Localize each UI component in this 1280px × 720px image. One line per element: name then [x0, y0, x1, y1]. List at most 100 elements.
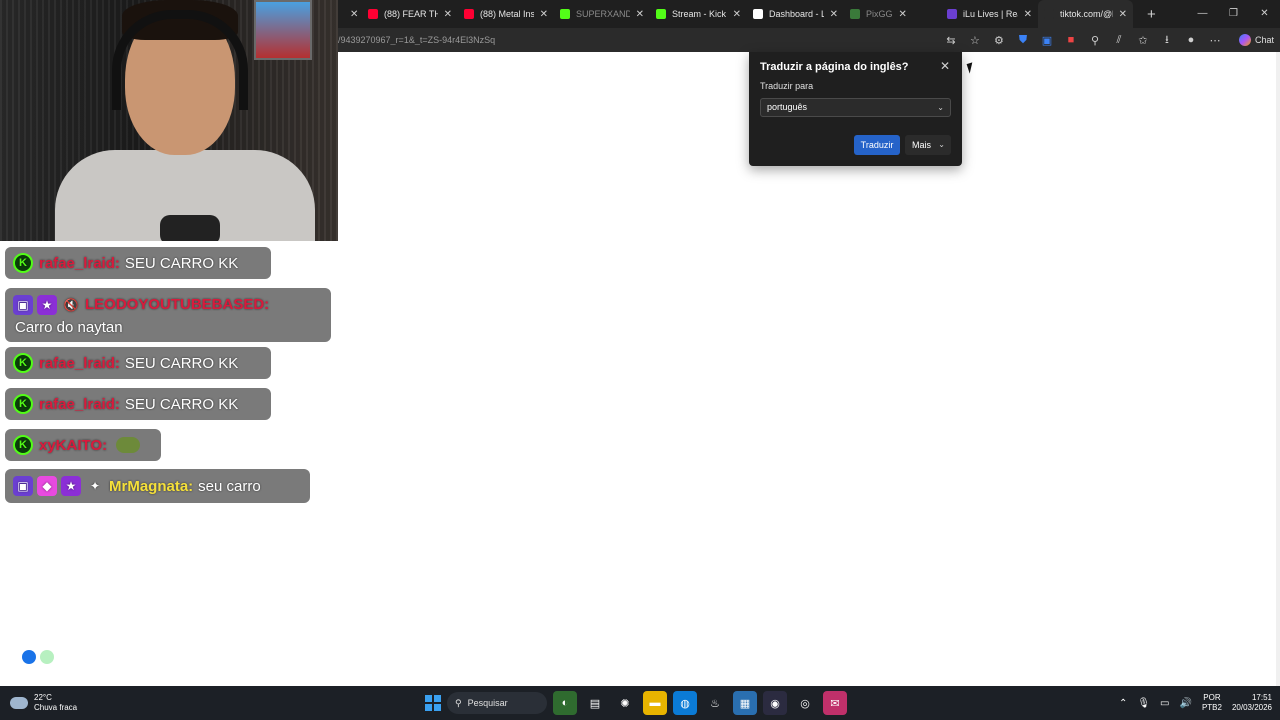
wall-poster	[254, 0, 312, 60]
tab-title: Dashboard - Liv	[769, 9, 824, 19]
chat-message: Krafae_lraid: SEU CARRO KK	[5, 388, 271, 420]
cloud-rain-icon	[10, 697, 28, 709]
start-tile	[425, 704, 432, 711]
favorite-star-icon[interactable]: ☆	[963, 30, 987, 50]
page-scrollbar[interactable]	[1276, 52, 1280, 686]
minimize-button[interactable]: —	[1187, 0, 1218, 28]
taskbar-search-input[interactable]: ⚲ Pesquisar	[447, 692, 547, 714]
copilot-icon[interactable]: ✺	[613, 691, 637, 715]
browser-tab[interactable]: Stream - Kick Da ✕	[650, 0, 747, 28]
chat-text: seu carro	[198, 477, 261, 495]
clock[interactable]: 17:51 20/03/2026	[1232, 693, 1272, 713]
file-explorer-icon[interactable]: ▬	[643, 691, 667, 715]
edge-browser-icon[interactable]: ◍	[673, 691, 697, 715]
browser-tab[interactable]: iLu Lives | React ✕	[941, 0, 1038, 28]
more-label: Mais	[912, 140, 932, 150]
browser-tab[interactable]: ✕	[338, 0, 362, 28]
network-icon[interactable]: ▭	[1160, 698, 1169, 709]
translate-icon[interactable]: ⇆	[939, 30, 963, 50]
volume-icon[interactable]: 🔊	[1179, 698, 1191, 709]
kick-icon: K	[13, 435, 33, 455]
tab-title: tiktok.com/@bn	[1060, 9, 1113, 19]
tab-favicon-icon	[464, 9, 474, 19]
tab-close-icon[interactable]: ✕	[899, 9, 907, 20]
windows-taskbar: 22°C Chuva fraca ⚲ Pesquisar ◐ ▤ ✺ ▬ ◍ ♨ ▦ ◉ ◎ ✉ ⌃ 🎙…	[0, 686, 1280, 720]
chat-message: Krafae_lraid: SEU CARRO KK	[5, 247, 271, 279]
chat-text: SEU CARRO KK	[124, 395, 239, 413]
tab-close-icon[interactable]: ✕	[733, 9, 741, 20]
browser-tab[interactable]: (88) FEAR THE C ✕	[362, 0, 458, 28]
headphones	[112, 10, 248, 110]
browser-tab[interactable]: tiktok.com/@bn ✕	[1038, 0, 1133, 28]
chat-badge-icon: ★	[61, 476, 81, 496]
chat-text: Carro do naytan	[15, 318, 123, 336]
chat-username: rafae_lraid:	[39, 354, 120, 372]
translator-ext-icon[interactable]: ▣	[1035, 30, 1059, 50]
split-screen-icon[interactable]: ⫽	[1107, 30, 1131, 50]
close-icon[interactable]: ✕	[940, 59, 950, 73]
steam-icon[interactable]: ♨	[703, 691, 727, 715]
bitwarden-icon[interactable]: ⛊	[1011, 30, 1035, 50]
tray-chevron-icon[interactable]: ⌃	[1119, 698, 1127, 709]
input-language[interactable]: POR PTB2	[1202, 693, 1222, 713]
search-icon: ⚲	[455, 697, 462, 708]
chevron-down-icon: ⌄	[937, 103, 944, 112]
tab-close-icon[interactable]: ✕	[540, 9, 548, 20]
browser-tab[interactable]: Dashboard - Liv ✕	[747, 0, 844, 28]
more-menu-icon[interactable]: ⋯	[1203, 30, 1227, 50]
selected-language: português	[767, 102, 808, 112]
tab-close-icon[interactable]: ✕	[1024, 9, 1032, 20]
language-select[interactable]: português ⌄	[760, 98, 951, 117]
address-bar[interactable]: /9439270967_r=1&_t=ZS-94r4El3NzSq	[338, 35, 939, 45]
windows-start-icon[interactable]	[425, 695, 441, 711]
copilot-chat-button[interactable]: Chat	[1233, 34, 1280, 46]
tab-title: (88) FEAR THE C	[384, 9, 438, 19]
photos-icon[interactable]: ▦	[733, 691, 757, 715]
favorites-list-icon[interactable]: ✩	[1131, 30, 1155, 50]
recorder-icon[interactable]: ◎	[793, 691, 817, 715]
browser-tab[interactable]: (88) Metal Instru ✕	[458, 0, 554, 28]
profile-icon[interactable]: ●	[1179, 30, 1203, 50]
kick-icon: K	[13, 353, 33, 373]
tab-title: (88) Metal Instru	[480, 9, 534, 19]
obs-icon[interactable]: ◉	[763, 691, 787, 715]
chat-app-icon[interactable]: ✉	[823, 691, 847, 715]
stream-chat-overlay: Krafae_lraid: SEU CARRO KK ▣ ★ 🔇 LEODOYOUTUBE…	[0, 241, 338, 686]
tab-close-icon[interactable]: ✕	[444, 9, 452, 20]
tab-favicon-icon	[947, 9, 957, 19]
chat-message: Krafae_lraid: SEU CARRO KK	[5, 347, 271, 379]
chat-username: xyKAITO:	[39, 436, 108, 454]
system-tray: ⌃ 🎙 ▭ 🔊 POR PTB2 17:51 20/03/2026	[1119, 686, 1272, 720]
tab-close-icon[interactable]: ✕	[1119, 9, 1127, 20]
microphone-icon[interactable]: 🎙	[1137, 698, 1150, 709]
new-tab-button[interactable]: +	[1133, 6, 1170, 23]
tab-favicon-icon	[1044, 9, 1054, 19]
browser-tab[interactable]: PixGG ✕	[844, 0, 941, 28]
close-window-button[interactable]: ✕	[1249, 0, 1280, 28]
window-controls: — ❐ ✕	[1187, 0, 1280, 28]
tab-close-icon[interactable]: ✕	[636, 9, 644, 20]
chevron-down-icon: ⌄	[938, 140, 945, 149]
tab-close-icon[interactable]: ✕	[830, 9, 838, 20]
more-options-button[interactable]: Mais ⌄	[905, 135, 951, 155]
chat-text: SEU CARRO KK	[124, 254, 239, 272]
browser-tab[interactable]: SUPERXANDAO ✕	[554, 0, 650, 28]
widgets-app-icon[interactable]: ◐	[553, 691, 577, 715]
office-icon[interactable]: ■	[1059, 30, 1083, 50]
downloads-icon[interactable]: ⭳	[1155, 30, 1179, 50]
start-tile	[425, 695, 432, 702]
weather-widget[interactable]: 22°C Chuva fraca	[10, 686, 77, 720]
chat-badge-icon: 🔇	[63, 297, 79, 312]
tab-close-icon[interactable]: ✕	[350, 9, 358, 20]
tray-icons: ⌃ 🎙 ▭ 🔊	[1119, 698, 1192, 709]
chat-username: rafae_lraid:	[39, 254, 120, 272]
maximize-button[interactable]: ❐	[1218, 0, 1249, 28]
chat-username: LEODOYOUTUBEBASED:	[85, 296, 270, 313]
overlay-power-icon	[40, 650, 54, 664]
overlay-status-icons	[22, 650, 54, 664]
translate-button[interactable]: Traduzir	[854, 135, 900, 155]
translate-popup-title: Traduzir a página do inglês?	[760, 61, 909, 73]
extension-icon[interactable]: ⚙	[987, 30, 1011, 50]
task-view-icon[interactable]: ▤	[583, 691, 607, 715]
extensions-puzzle-icon[interactable]: ⚲	[1083, 30, 1107, 50]
